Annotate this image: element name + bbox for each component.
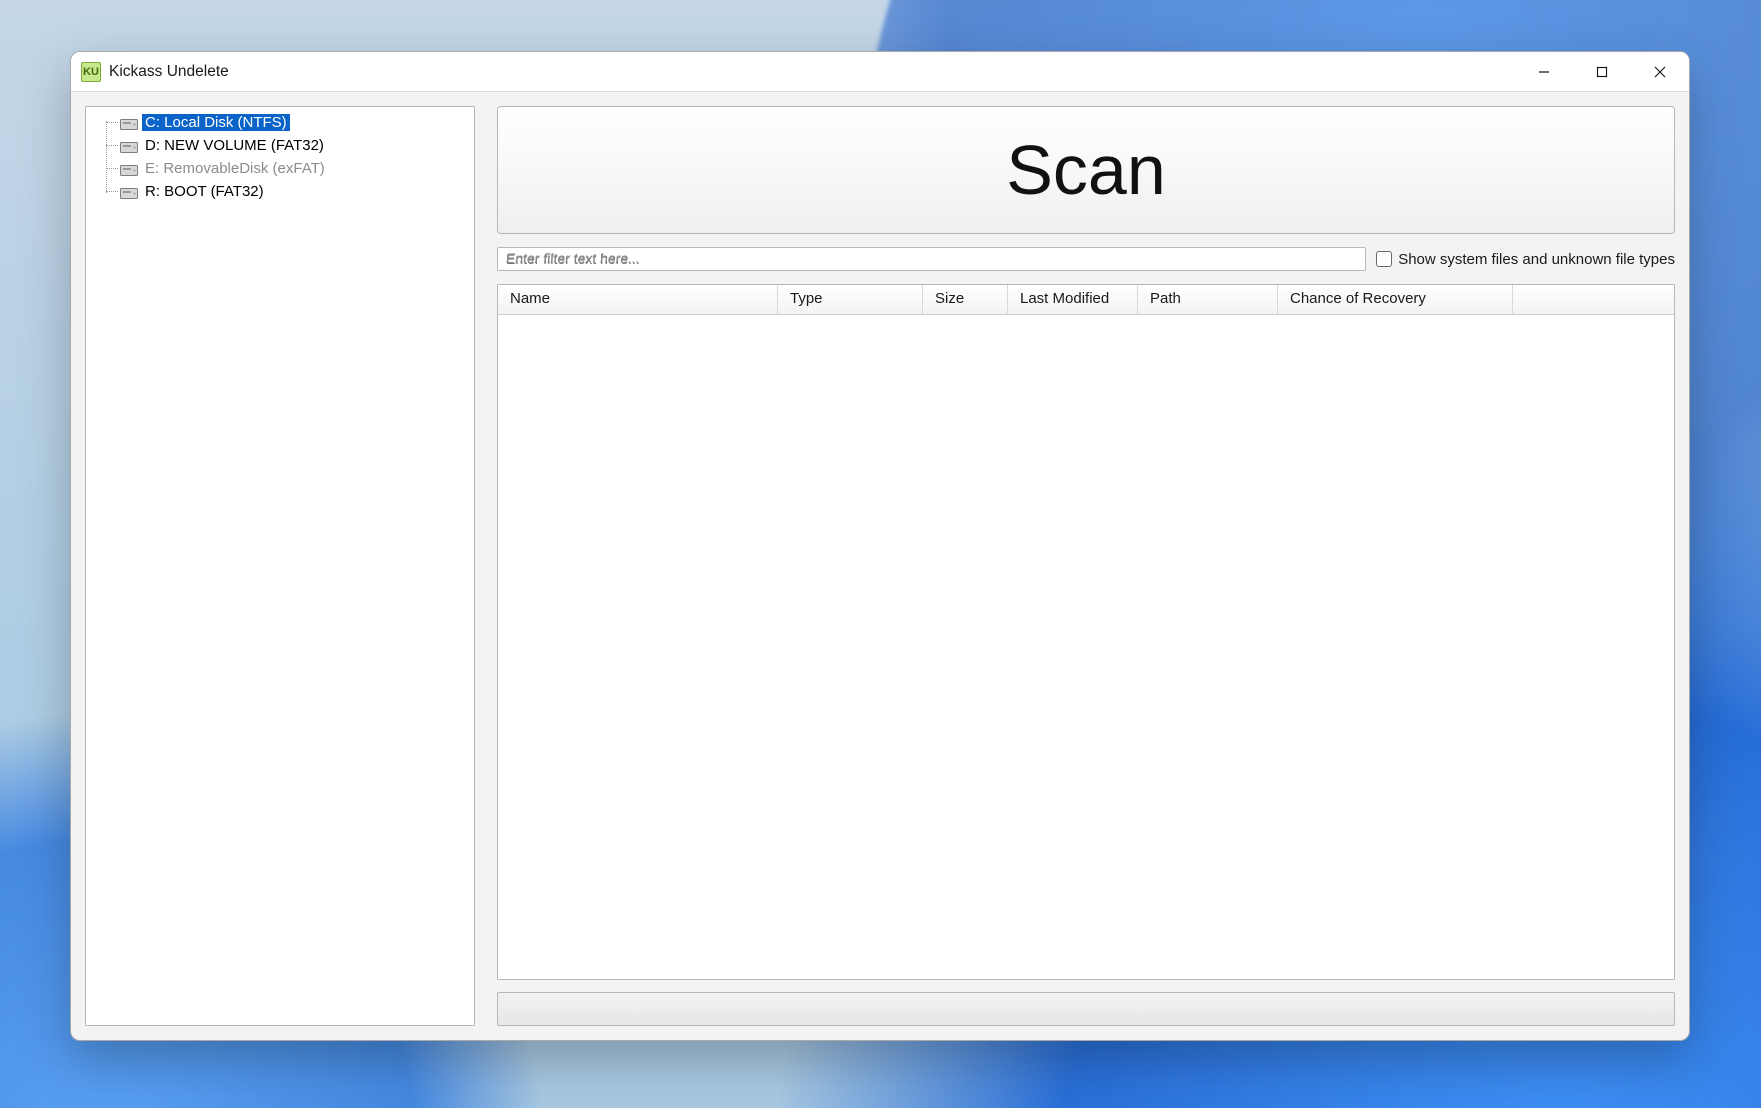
scan-button-label: Scan (1006, 130, 1166, 210)
column-header[interactable]: Path (1138, 285, 1278, 314)
column-header[interactable]: Last Modified (1008, 285, 1138, 314)
column-header-spacer (1513, 285, 1674, 314)
show-system-files-checkbox[interactable]: Show system files and unknown file types (1376, 251, 1675, 268)
filter-input[interactable] (498, 248, 1365, 270)
minimize-icon (1538, 66, 1550, 78)
maximize-button[interactable] (1573, 52, 1631, 91)
close-button[interactable] (1631, 52, 1689, 91)
filter-input-wrapper: Enter filter text here... (497, 247, 1366, 271)
drive-tree-item[interactable]: C: Local Disk (NTFS) (106, 111, 468, 134)
column-headers: NameTypeSizeLast ModifiedPathChance of R… (498, 285, 1674, 315)
app-icon: KU (81, 62, 101, 82)
drive-label: R: BOOT (FAT32) (142, 183, 267, 200)
drive-tree-item[interactable]: D: NEW VOLUME (FAT32) (106, 134, 468, 157)
app-window: KU Kickass Undelete C: Local Disk (NTFS)… (70, 51, 1690, 1041)
column-header[interactable]: Type (778, 285, 923, 314)
close-icon (1654, 66, 1666, 78)
status-bar (497, 992, 1675, 1026)
column-header[interactable]: Size (923, 285, 1008, 314)
minimize-button[interactable] (1515, 52, 1573, 91)
titlebar[interactable]: KU Kickass Undelete (71, 52, 1689, 92)
results-list: NameTypeSizeLast ModifiedPathChance of R… (497, 284, 1675, 980)
maximize-icon (1596, 66, 1608, 78)
drive-label: E: RemovableDisk (exFAT) (142, 160, 328, 177)
drive-tree-panel: C: Local Disk (NTFS) D: NEW VOLUME (FAT32… (85, 106, 475, 1026)
window-title: Kickass Undelete (109, 63, 229, 81)
checkbox-icon (1376, 251, 1392, 267)
drive-label: C: Local Disk (NTFS) (142, 114, 290, 131)
drive-tree-item[interactable]: E: RemovableDisk (exFAT) (106, 157, 468, 180)
drive-tree-item[interactable]: R: BOOT (FAT32) (106, 180, 468, 203)
column-header[interactable]: Name (498, 285, 778, 314)
drive-label: D: NEW VOLUME (FAT32) (142, 137, 327, 154)
scan-button[interactable]: Scan (497, 106, 1675, 234)
column-header[interactable]: Chance of Recovery (1278, 285, 1513, 314)
show-system-files-label: Show system files and unknown file types (1398, 251, 1675, 268)
results-body[interactable] (498, 315, 1674, 979)
